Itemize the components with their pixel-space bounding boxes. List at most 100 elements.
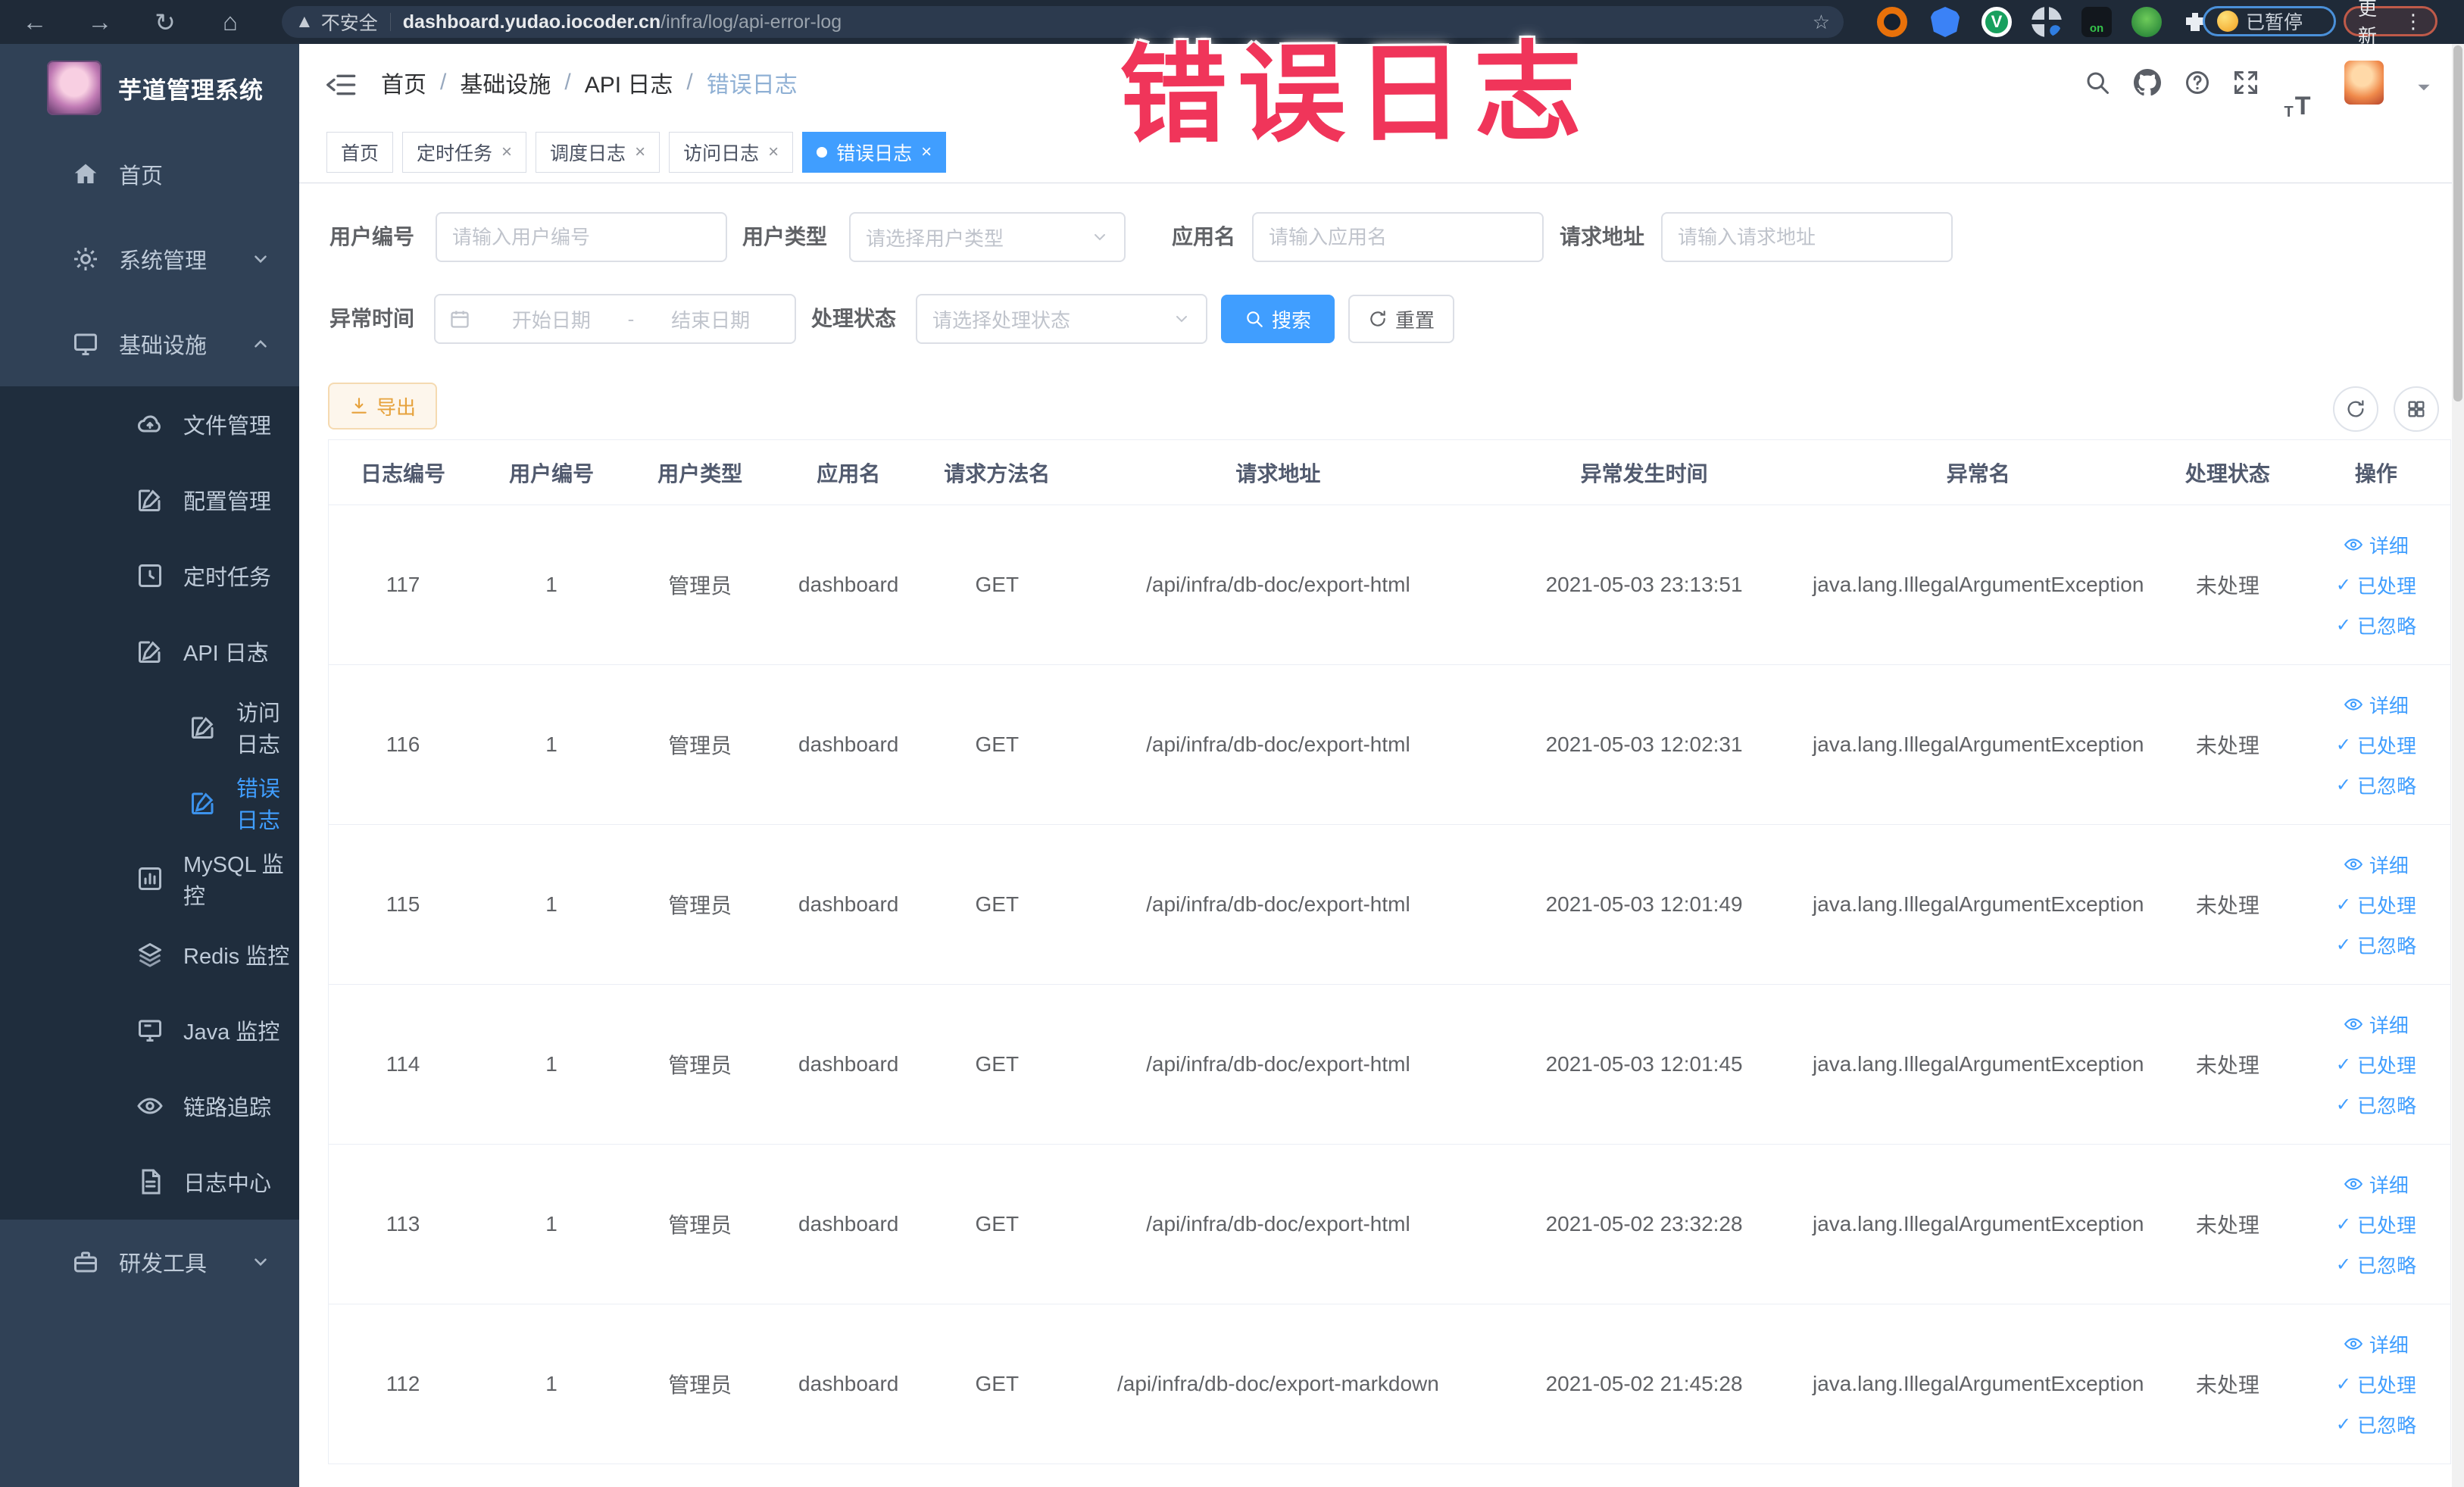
avatar-caret-down-icon[interactable] — [2414, 77, 2434, 97]
cell-user-type: 管理员 — [668, 574, 732, 598]
action-processed-link[interactable]: ✓ 已处理 — [2336, 731, 2416, 759]
sidebar-item-api-log[interactable]: API 日志 — [0, 614, 299, 689]
table-row: 116 1 管理员 dashboard GET/api/infra/db-doc/exp… — [329, 665, 2450, 825]
sidebar-item-infra[interactable]: 基础设施 — [0, 301, 299, 386]
fullscreen-icon[interactable] — [2225, 44, 2267, 121]
action-detail-link[interactable]: 详细 — [2344, 1330, 2409, 1358]
browser-reload-icon[interactable]: ↻ — [141, 0, 189, 44]
action-ignored-link[interactable]: ✓ 已忽略 — [2336, 931, 2416, 959]
date-range-picker[interactable]: 开始日期 - 结束日期 — [434, 294, 796, 344]
table-row: 113 1 管理员 dashboard GET/api/infra/db-doc/exp… — [329, 1145, 2450, 1304]
github-icon[interactable] — [2126, 44, 2169, 121]
action-detail-link[interactable]: 详细 — [2344, 531, 2409, 559]
request-url-input[interactable] — [1661, 212, 1953, 262]
close-tab-icon[interactable]: × — [501, 142, 512, 161]
address-bar[interactable]: ▲ 不安全 dashboard.yudao.iocoder.cn /infra/… — [282, 6, 1844, 38]
close-tab-icon[interactable]: × — [921, 142, 932, 161]
process-status-select[interactable]: 请选择处理状态 — [916, 294, 1207, 344]
browser-menu-icon[interactable]: ⋮ — [2403, 10, 2423, 33]
close-tab-icon[interactable]: × — [768, 142, 779, 161]
sidebar-item-config[interactable]: 配置管理 — [0, 462, 299, 538]
log-icon — [189, 714, 217, 741]
user-id-input[interactable] — [436, 212, 727, 262]
sidebar-item-trace[interactable]: 链路追踪 — [0, 1068, 299, 1144]
sidebar-item-label: 研发工具 — [119, 1252, 208, 1276]
action-processed-link[interactable]: ✓ 已处理 — [2336, 1211, 2416, 1239]
sidebar-item-job[interactable]: 定时任务 — [0, 538, 299, 614]
update-badge[interactable]: 更新 ⋮ — [2344, 0, 2437, 47]
action-label: 已忽略 — [2356, 614, 2416, 638]
action-ignored-link[interactable]: ✓ 已忽略 — [2336, 1091, 2416, 1119]
cell-actions: 详细 ✓ 已处理 ✓ 已忽略 — [2302, 505, 2450, 664]
sidebar-item-label: 基础设施 — [119, 334, 208, 358]
browser-home-icon[interactable]: ⌂ — [206, 0, 255, 44]
breadcrumb-item[interactable]: 首页 — [381, 66, 426, 99]
search-icon[interactable] — [2076, 44, 2119, 121]
tab-error-log[interactable]: 错误日志 × — [802, 131, 947, 173]
user-type-select[interactable]: 请选择用户类型 — [849, 212, 1126, 262]
extension-shield-icon[interactable] — [1930, 7, 1960, 37]
action-ignored-link[interactable]: ✓ 已忽略 — [2336, 771, 2416, 799]
action-processed-link[interactable]: ✓ 已处理 — [2336, 891, 2416, 919]
refresh-table-button[interactable] — [2333, 386, 2378, 432]
action-processed-link[interactable]: ✓ 已处理 — [2336, 1370, 2416, 1398]
extension-grid-icon[interactable] — [2031, 7, 2062, 37]
sidebar-item-log-center[interactable]: 日志中心 — [0, 1144, 299, 1220]
breadcrumb-item[interactable]: API 日志 — [585, 66, 673, 99]
close-tab-icon[interactable]: × — [635, 142, 645, 161]
sidebar-item-redis[interactable]: Redis 监控 — [0, 917, 299, 992]
sidebar-item-file[interactable]: 文件管理 — [0, 386, 299, 462]
export-button[interactable]: 导出 — [328, 383, 437, 430]
breadcrumb-separator: / — [440, 70, 447, 95]
check-icon: ✓ — [2335, 1054, 2351, 1075]
table-row: 117 1 管理员 dashboard GET/api/infra/db-doc/exp… — [329, 505, 2450, 665]
user-avatar[interactable] — [2344, 61, 2384, 105]
tab-job-log[interactable]: 调度日志 × — [536, 131, 661, 173]
sidebar-item-error-log[interactable]: 错误日志 — [0, 765, 299, 841]
cell-exception: java.lang.IllegalArgumentException — [1813, 1212, 2144, 1236]
scrollbar-thumb[interactable] — [2453, 45, 2462, 401]
cell-url: /api/infra/db-doc/export-html — [1146, 1052, 1410, 1076]
action-ignored-link[interactable]: ✓ 已忽略 — [2336, 611, 2416, 639]
paused-badge[interactable]: 已暂停 — [2203, 6, 2336, 36]
page-scrollbar[interactable] — [2452, 44, 2464, 1487]
collapse-sidebar-icon[interactable] — [326, 70, 357, 95]
sidebar-item-label: 访问日志 — [236, 701, 281, 758]
breadcrumb-item[interactable]: 基础设施 — [460, 66, 551, 99]
font-size-icon[interactable]: TT — [2276, 44, 2319, 121]
extension-on-badge-icon[interactable]: on — [2081, 7, 2112, 37]
cell-status: 未处理 — [2195, 1373, 2259, 1397]
action-detail-link[interactable]: 详细 — [2344, 851, 2409, 879]
column-settings-button[interactable] — [2394, 386, 2439, 432]
bookmark-star-icon[interactable]: ☆ — [1813, 11, 1830, 34]
sidebar-item-java[interactable]: Java 监控 — [0, 992, 299, 1068]
sidebar-item-dev-tools[interactable]: 研发工具 — [0, 1220, 299, 1304]
action-ignored-link[interactable]: ✓ 已忽略 — [2336, 1410, 2416, 1439]
sidebar-item-access-log[interactable]: 访问日志 — [0, 689, 299, 765]
tab-job[interactable]: 定时任务 × — [402, 131, 527, 173]
action-detail-link[interactable]: 详细 — [2344, 1011, 2409, 1039]
check-icon: ✓ — [2335, 1254, 2351, 1275]
browser-forward-icon[interactable]: → — [76, 0, 124, 44]
help-icon[interactable] — [2176, 44, 2219, 121]
sidebar-item-system[interactable]: 系统管理 — [0, 217, 299, 301]
extension-v-icon[interactable]: V — [1982, 7, 2012, 37]
check-icon: ✓ — [2335, 734, 2351, 755]
sidebar-item-home[interactable]: 首页 — [0, 132, 299, 217]
extension-plant-icon[interactable] — [2131, 7, 2162, 37]
action-processed-link[interactable]: ✓ 已处理 — [2336, 1051, 2416, 1079]
reset-button[interactable]: 重置 — [1348, 295, 1454, 343]
action-detail-link[interactable]: 详细 — [2344, 1170, 2409, 1198]
app-name-input[interactable] — [1252, 212, 1544, 262]
browser-back-icon[interactable]: ← — [11, 0, 59, 44]
search-button[interactable]: 搜索 — [1221, 295, 1335, 343]
screenshot-root: ← → ↻ ⌂ ▲ 不安全 dashboard.yudao.iocoder.cn… — [0, 0, 2464, 1487]
tab-home[interactable]: 首页 — [326, 131, 394, 173]
extension-orange-icon[interactable] — [1877, 7, 1907, 37]
action-processed-link[interactable]: ✓ 已处理 — [2336, 571, 2416, 599]
sidebar-item-mysql[interactable]: MySQL 监控 — [0, 841, 299, 917]
app-logo[interactable]: 芋道管理系统 — [0, 44, 299, 132]
action-ignored-link[interactable]: ✓ 已忽略 — [2336, 1251, 2416, 1279]
action-detail-link[interactable]: 详细 — [2344, 691, 2409, 719]
tab-access-log[interactable]: 访问日志 × — [669, 131, 794, 173]
